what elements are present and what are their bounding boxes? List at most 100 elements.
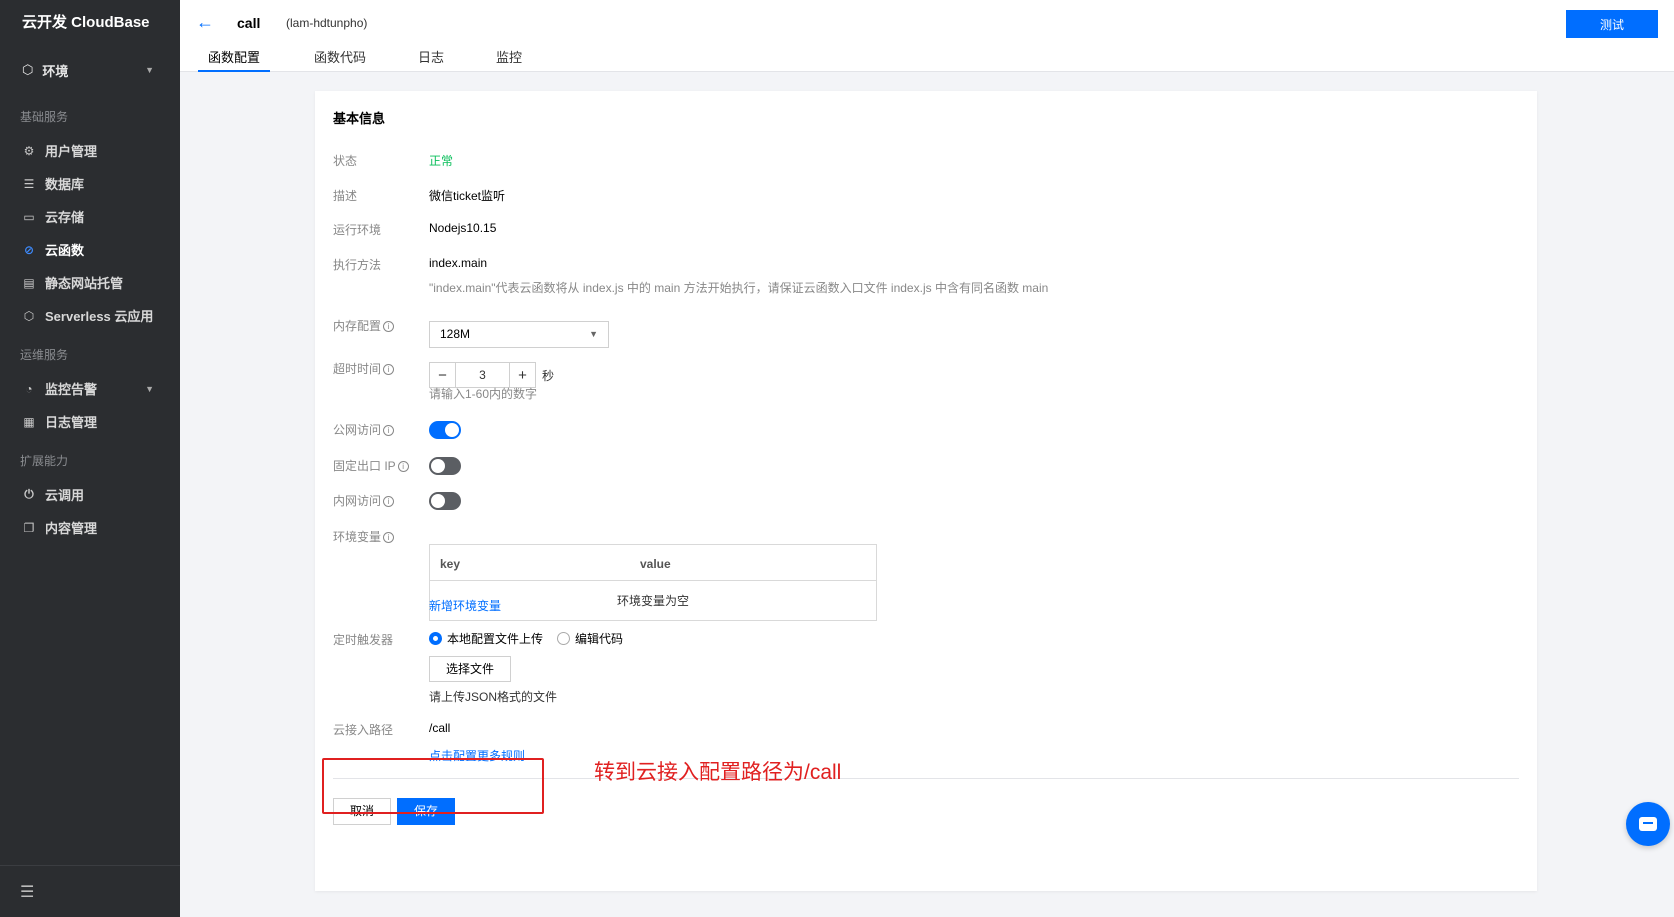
info-icon[interactable]: i xyxy=(383,425,395,437)
sidebar-item-label: 内容管理 xyxy=(45,521,98,536)
private-access-label: 内网访问 i xyxy=(333,492,395,509)
add-env-var-link[interactable]: 新增环境变量 xyxy=(429,597,501,614)
sidebar-item-database[interactable]: ☰ 数据库 xyxy=(0,167,180,200)
chevron-down-icon: ▼ xyxy=(589,329,598,339)
timeout-unit: 秒 xyxy=(542,368,555,383)
env-vars-label-text: 环境变量 xyxy=(333,530,382,544)
sidebar-item-monitoring[interactable]: ◔ 监控告警 ▼ xyxy=(0,372,180,405)
env-vars-label: 环境变量 i xyxy=(333,528,395,545)
copy-icon: ❐ xyxy=(23,520,35,535)
group-title-basic: 基础服务 xyxy=(20,110,69,124)
timeout-label-text: 超时时间 xyxy=(333,362,382,376)
status-value: 正常 xyxy=(429,154,454,168)
upload-hint: 请上传JSON格式的文件 xyxy=(429,690,558,704)
sidebar-item-label: 用户管理 xyxy=(45,144,98,159)
trigger-label: 定时触发器 xyxy=(333,633,394,647)
timeout-label: 超时时间 i xyxy=(333,360,395,377)
sidebar: 云开发 CloudBase ⬡ 环境 ▼ 基础服务 ⚙ 用户管理 ☰ 数据库 ▭… xyxy=(0,0,180,917)
chevron-down-icon: ▼ xyxy=(145,383,154,394)
sidebar-item-label: 云函数 xyxy=(45,243,85,258)
private-access-label-text: 内网访问 xyxy=(333,494,382,508)
public-access-label: 公网访问 i xyxy=(333,421,395,438)
group-title-extensions: 扩展能力 xyxy=(20,454,69,468)
database-icon: ☰ xyxy=(23,176,35,191)
description-value: 微信ticket监听 xyxy=(429,189,506,203)
sidebar-item-label: 云存储 xyxy=(45,210,85,225)
memory-select-value: 128M xyxy=(440,327,471,341)
collapse-sidebar-button[interactable]: ☰ xyxy=(0,865,180,917)
sidebar-item-serverless-app[interactable]: ⬡ Serverless 云应用 xyxy=(0,299,180,332)
sidebar-item-static-hosting[interactable]: ▤ 静态网站托管 xyxy=(0,266,180,299)
sidebar-item-storage[interactable]: ▭ 云存储 xyxy=(0,200,180,233)
calendar-icon: ▦ xyxy=(23,414,35,429)
sidebar-item-label: 云调用 xyxy=(45,488,85,503)
memory-label-text: 内存配置 xyxy=(333,319,382,333)
page-header: ← call (lam-hdtunpho) 测试 函数配置 函数代码 日志 监控 xyxy=(180,0,1674,72)
fixed-ip-label: 固定出口 IP i xyxy=(333,457,409,474)
sidebar-item-users[interactable]: ⚙ 用户管理 xyxy=(0,134,180,167)
card-title: 基本信息 xyxy=(333,111,386,126)
highlight-box xyxy=(322,758,544,814)
chevron-down-icon: ▼ xyxy=(145,65,154,75)
sidebar-item-label: 数据库 xyxy=(45,177,85,192)
function-id: (lam-hdtunpho) xyxy=(286,16,368,30)
test-button[interactable]: 测试 xyxy=(1566,10,1658,38)
tab-function-code[interactable]: 函数代码 xyxy=(306,44,374,72)
cloud-path-value: /call xyxy=(429,721,451,735)
sidebar-item-label: 监控告警 xyxy=(45,382,98,397)
env-selector[interactable]: ⬡ 环境 ▼ xyxy=(0,46,180,94)
radio-label: 本地配置文件上传 xyxy=(447,632,544,646)
tab-monitoring[interactable]: 监控 xyxy=(488,44,530,72)
sidebar-item-content[interactable]: ❐ 内容管理 xyxy=(0,511,180,544)
function-icon: ⊘ xyxy=(23,242,35,257)
info-icon[interactable]: i xyxy=(383,496,395,508)
gauge-icon: ◔ xyxy=(25,381,33,396)
trigger-radio-group: 本地配置文件上传 编辑代码 xyxy=(429,630,637,647)
folder-icon: ▭ xyxy=(23,209,35,224)
public-access-label-text: 公网访问 xyxy=(333,423,382,437)
public-access-toggle[interactable] xyxy=(429,421,461,439)
private-access-toggle[interactable] xyxy=(429,492,461,510)
cloud-path-label: 云接入路径 xyxy=(333,723,394,737)
sidebar-item-label: 日志管理 xyxy=(45,415,98,430)
choose-file-button[interactable]: 选择文件 xyxy=(429,656,511,682)
back-arrow-icon[interactable]: ← xyxy=(196,12,214,33)
info-icon[interactable]: i xyxy=(383,321,395,333)
runtime-label: 运行环境 xyxy=(333,223,382,237)
toggle-knob xyxy=(445,423,459,437)
brand-logo: 云开发 CloudBase xyxy=(22,14,150,31)
timeout-hint: 请输入1-60内的数字 xyxy=(429,387,538,401)
memory-label: 内存配置 i xyxy=(333,317,395,334)
env-vars-table-header: key value xyxy=(430,545,876,581)
info-icon[interactable]: i xyxy=(383,364,395,376)
column-header-value: value xyxy=(640,557,671,571)
sidebar-item-label: 静态网站托管 xyxy=(45,276,124,291)
users-icon: ⚙ xyxy=(23,143,35,158)
radio-label: 编辑代码 xyxy=(575,632,624,646)
menu-collapse-icon: ☰ xyxy=(20,883,35,901)
chat-button[interactable] xyxy=(1626,802,1670,846)
sidebar-item-cloud-call[interactable]: ⏻ 云调用 xyxy=(0,478,180,511)
column-header-key: key xyxy=(440,557,461,571)
radio-local-upload[interactable]: 本地配置文件上传 xyxy=(429,630,543,647)
sidebar-item-label: Serverless 云应用 xyxy=(45,309,154,324)
radio-edit-code[interactable]: 编辑代码 xyxy=(557,630,623,647)
sidebar-item-logs[interactable]: ▦ 日志管理 xyxy=(0,405,180,438)
env-icon: ⬡ xyxy=(22,62,34,77)
power-icon: ⏻ xyxy=(24,487,34,501)
function-name: call xyxy=(237,15,261,31)
info-icon[interactable]: i xyxy=(397,461,409,473)
fixed-ip-toggle[interactable] xyxy=(429,457,461,475)
env-label: 环境 xyxy=(42,63,69,79)
memory-select[interactable]: 128M ▼ xyxy=(429,321,609,348)
sidebar-item-functions[interactable]: ⊘ 云函数 xyxy=(0,233,180,266)
toggle-knob xyxy=(431,459,445,473)
handler-hint: "index.main"代表云函数将从 index.js 中的 main 方法开… xyxy=(429,281,1049,295)
tab-logs[interactable]: 日志 xyxy=(410,44,452,72)
toggle-knob xyxy=(431,494,445,508)
handler-label: 执行方法 xyxy=(333,258,382,272)
runtime-value: Nodejs10.15 xyxy=(429,221,497,235)
fixed-ip-label-text: 固定出口 IP xyxy=(333,459,396,473)
tab-function-config[interactable]: 函数配置 xyxy=(198,44,271,72)
info-icon[interactable]: i xyxy=(383,532,395,544)
